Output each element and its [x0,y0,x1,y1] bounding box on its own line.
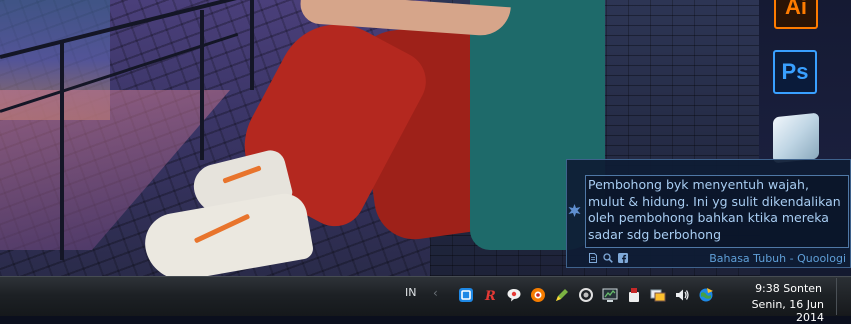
wallpaper-rail-post [200,10,204,160]
sync-icon[interactable] [578,287,594,303]
quote-text: Pembohong byk menyentuh wajah, mulut & h… [588,177,841,242]
pencil-check-icon[interactable] [554,287,570,303]
chat-bubble-icon[interactable] [506,287,522,303]
volume-icon[interactable] [674,287,690,303]
cube-app-icon[interactable] [773,112,819,164]
rss-icon[interactable]: R [483,287,499,303]
photoshop-icon-label: Ps [781,59,809,84]
illustrator-icon[interactable]: Ai [774,0,818,29]
search-icon[interactable] [603,253,613,263]
photoshop-icon[interactable]: Ps [773,50,817,94]
svg-text:R: R [484,289,496,303]
show-hidden-icons-chevron-icon[interactable]: ‹ [433,286,438,300]
wallpaper-rail-post [250,0,254,90]
usb-icon[interactable] [626,287,642,303]
network-icon[interactable] [650,287,666,303]
clock-date[interactable]: Senin, 16 Jun 2014 [730,298,824,324]
orange-app-icon[interactable] [530,287,546,303]
document-icon[interactable] [588,253,598,263]
quote-source-link[interactable]: Bahasa Tubuh - Quoologi [620,252,846,265]
clock-time[interactable]: 9:38 Sonten [732,282,822,295]
wallpaper-rail-post [60,40,64,260]
globe-icon[interactable] [698,287,714,303]
taskbar [0,276,851,316]
language-indicator[interactable]: IN [405,286,416,299]
starburst-icon [568,204,581,217]
monitor-icon[interactable] [602,287,618,303]
show-desktop-button[interactable] [836,278,851,315]
maxthon-icon[interactable] [458,287,474,303]
illustrator-icon-label: Ai [785,0,807,19]
